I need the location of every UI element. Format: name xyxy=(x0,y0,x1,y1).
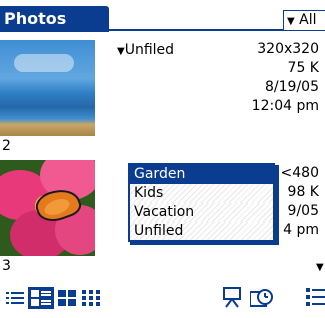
photo-info: 320x320 75 K 8/19/05 12:04 pm xyxy=(252,40,319,116)
photos-screen: Photos ▼ All 2 ▼Unfiled 320x320 75 K 8/1… xyxy=(0,0,325,318)
popup-item-vacation[interactable]: Vacation xyxy=(130,203,273,222)
popup-shadow xyxy=(275,165,279,244)
photo-info: <480 98 K 9/05 4 pm xyxy=(281,164,319,240)
photo-date: 8/19/05 xyxy=(265,79,319,95)
list-view-icon[interactable] xyxy=(6,290,24,306)
triangle-down-icon: ▼ xyxy=(117,46,125,57)
app-title[interactable]: Photos xyxy=(0,6,109,32)
photo-size: 98 K xyxy=(287,184,319,200)
scroll-down-icon[interactable]: ▼ xyxy=(316,262,324,273)
category-trigger-label: All xyxy=(299,12,317,28)
photo-number: 2 xyxy=(2,138,11,154)
photo-category: Unfiled xyxy=(124,42,175,58)
menu-icon[interactable] xyxy=(306,286,325,308)
thumbnail-cloud xyxy=(14,54,74,72)
photo-category-picker[interactable]: ▼Unfiled xyxy=(117,42,174,58)
photo-resolution: <480 xyxy=(280,165,319,181)
photo-time: 4 pm xyxy=(283,222,319,238)
detail-view-icon[interactable] xyxy=(28,287,54,309)
category-popup: Garden Kids Vacation Unfiled xyxy=(128,163,275,242)
popup-item-garden[interactable]: Garden xyxy=(130,165,273,184)
photo-thumbnail-butterfly[interactable] xyxy=(0,160,95,256)
category-trigger[interactable]: ▼ All xyxy=(283,10,325,31)
photo-resolution: 320x320 xyxy=(257,41,319,57)
popup-item-kids[interactable]: Kids xyxy=(130,184,273,203)
slideshow-icon[interactable] xyxy=(222,286,244,308)
photo-thumbnail-beach[interactable] xyxy=(0,40,95,136)
clock-icon[interactable] xyxy=(250,286,274,308)
popup-shadow xyxy=(130,242,279,245)
popup-item-unfiled[interactable]: Unfiled xyxy=(130,222,273,240)
bottom-toolbar xyxy=(0,282,325,312)
photo-number: 3 xyxy=(2,258,11,274)
triangle-down-icon: ▼ xyxy=(287,16,295,27)
photo-size: 75 K xyxy=(287,60,319,76)
thumbnail-view-icon[interactable] xyxy=(82,290,100,306)
photo-time: 12:04 pm xyxy=(251,98,319,114)
title-bar: Photos ▼ All xyxy=(0,6,325,32)
grid-view-icon[interactable] xyxy=(58,290,76,306)
photo-date: 9/05 xyxy=(287,203,319,219)
